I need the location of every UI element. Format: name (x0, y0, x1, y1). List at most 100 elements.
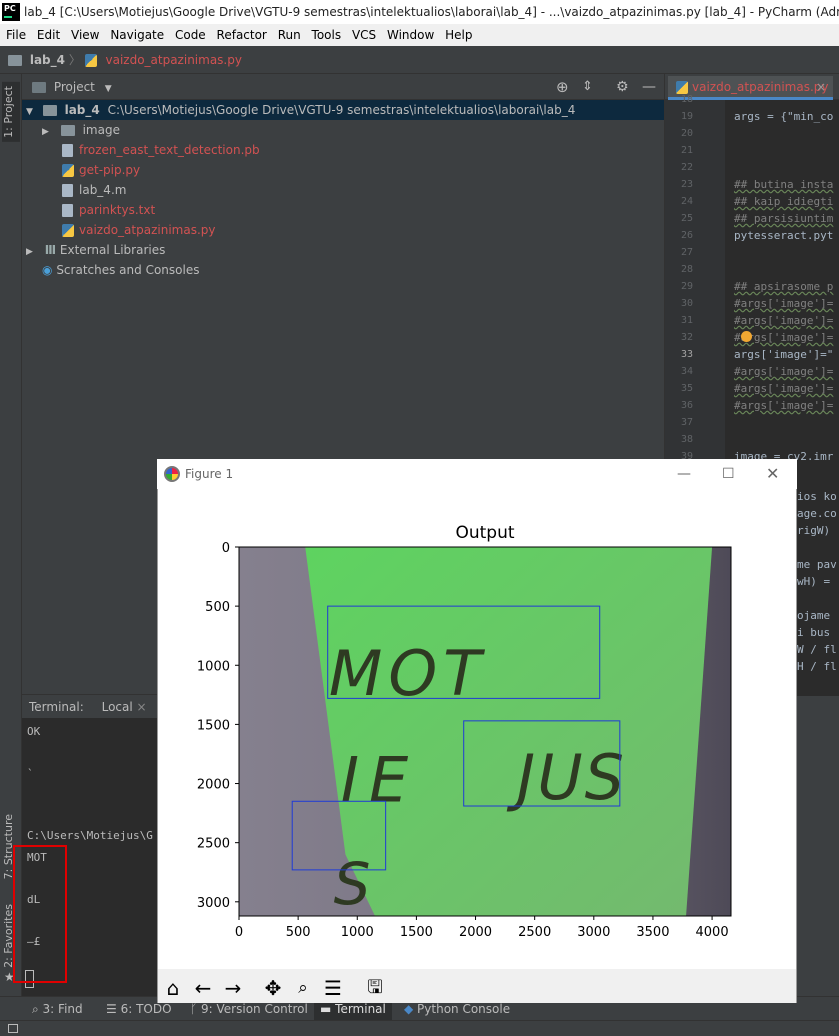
menu-code[interactable]: Code (175, 28, 206, 42)
menu-tools[interactable]: Tools (312, 28, 342, 42)
terminal-line: OK (27, 725, 41, 738)
hide-icon[interactable]: — (642, 74, 656, 100)
status-bar (0, 1020, 839, 1036)
tree-item-frozen-pb[interactable]: frozen_east_text_detection.pb (62, 140, 260, 160)
gear-icon[interactable]: ⚙ (616, 74, 629, 100)
chevron-down-icon[interactable]: ▼ (26, 107, 33, 117)
chevron-right-icon[interactable]: ▶ (42, 127, 49, 137)
list-icon: ☰ (106, 1002, 121, 1016)
menu-vcs[interactable]: VCS (352, 28, 376, 42)
y-tick-label: 0 (222, 541, 230, 556)
tree-item-external-libraries[interactable]: ▶ Ⅲ External Libraries (26, 240, 165, 260)
code-line-fragment: ios ko (797, 490, 837, 503)
code-line-fragment: i bus (797, 626, 831, 639)
chart-title: Output (455, 523, 514, 543)
menu-run[interactable]: Run (278, 28, 301, 42)
y-tick-label: 2500 (197, 837, 230, 852)
close-icon[interactable]: ✕ (766, 459, 779, 489)
configure-icon[interactable]: ☰ (320, 975, 346, 1001)
y-tick-label: 1500 (197, 718, 230, 733)
pan-icon[interactable]: ✥ (260, 975, 286, 1001)
chevron-down-icon[interactable]: ▼ (105, 84, 112, 94)
zoom-icon[interactable]: ⌕ (290, 975, 316, 1001)
x-tick-label: 2000 (459, 925, 492, 940)
matplotlib-icon (164, 466, 180, 482)
python-file-icon (84, 54, 97, 67)
tree-item-vaizdo[interactable]: vaizdo_atpazinimas.py (62, 220, 215, 240)
minimize-icon[interactable]: — (677, 459, 691, 489)
tree-item-label: get-pip.py (79, 163, 141, 177)
menu-help[interactable]: Help (445, 28, 472, 42)
line-number: 26 (680, 230, 693, 241)
locate-icon[interactable]: ⊕ (556, 74, 569, 100)
tree-root[interactable]: ▼ lab_4 C:\Users\Motiejus\Google Drive\V… (22, 100, 664, 120)
handwritten-text: S (334, 850, 371, 918)
tab-find[interactable]: ⌕ 3: Find (32, 997, 83, 1021)
tab-project[interactable]: 1: Project (2, 82, 20, 142)
code-line: args = {"min_co (734, 110, 834, 123)
branch-icon: ᚴ (190, 1002, 202, 1016)
menu-navigate[interactable]: Navigate (110, 28, 164, 42)
terminal-tab-local[interactable]: Local (102, 700, 133, 714)
tree-item-get-pip[interactable]: get-pip.py (62, 160, 140, 180)
x-tick-label: 4000 (696, 925, 729, 940)
tree-item-lab4-m[interactable]: lab_4.m (62, 180, 126, 200)
menu-view[interactable]: View (71, 28, 99, 42)
menu-edit[interactable]: Edit (37, 28, 60, 42)
line-number: 38 (680, 434, 693, 445)
x-tick-label: 2500 (518, 925, 551, 940)
tree-item-scratches[interactable]: ◉ Scratches and Consoles (42, 260, 199, 280)
tree-item-parinktys[interactable]: parinktys.txt (62, 200, 155, 220)
x-tick-label: 3500 (636, 925, 669, 940)
file-icon (62, 144, 73, 157)
y-tick-label: 3000 (197, 896, 230, 911)
breadcrumb-file[interactable]: vaizdo_atpazinimas.py (105, 53, 241, 67)
menu-file[interactable]: File (6, 28, 26, 42)
menu-refactor[interactable]: Refactor (217, 28, 267, 42)
tree-root-name: lab_4 (64, 103, 100, 117)
line-number: 32 (680, 332, 693, 343)
code-line: pytesseract.pyt (734, 229, 834, 242)
terminal-line: C:\Users\Motiejus\G (27, 829, 153, 842)
tree-item-label: image (82, 123, 120, 137)
chevron-right-icon[interactable]: ▶ (26, 247, 33, 257)
tree-root-path: C:\Users\Motiejus\Google Drive\VGTU-9 se… (107, 103, 576, 117)
scratches-icon: ◉ (42, 263, 53, 277)
collapse-icon[interactable]: ⇕ (582, 74, 593, 100)
maximize-icon[interactable]: ☐ (722, 459, 735, 489)
code-line-fragment: ojame (797, 609, 831, 622)
tree-item-label: lab_4.m (79, 183, 127, 197)
y-tick-label: 500 (205, 600, 230, 615)
back-icon[interactable]: ← (190, 975, 216, 1001)
menu-window[interactable]: Window (387, 28, 434, 42)
file-icon (62, 184, 73, 197)
code-line-fragment: H / fl (797, 660, 837, 673)
line-number: 27 (680, 247, 693, 258)
x-tick-label: 500 (286, 925, 311, 940)
plot-canvas: Output MOT IE JUS S 0 500 1000 1500 2000 2500 3000 3… (197, 523, 732, 940)
line-number: 28 (680, 264, 693, 275)
line-number: 36 (680, 400, 693, 411)
folder-icon (8, 55, 22, 66)
home-icon[interactable]: ⌂ (160, 975, 186, 1001)
python-file-icon (62, 164, 74, 177)
tab-label: 3: Find (42, 1002, 83, 1016)
menu-bar: File Edit View Navigate Code Refactor Ru… (0, 24, 839, 46)
x-tick-label: 3000 (577, 925, 610, 940)
tree-item-label: frozen_east_text_detection.pb (79, 143, 260, 157)
code-line: #args['image']= (734, 399, 834, 412)
breadcrumb-project[interactable]: lab_4 (30, 53, 65, 67)
window-toggle-icon[interactable] (8, 1024, 18, 1033)
save-icon[interactable]: 🖫 (362, 975, 388, 1001)
code-line-fragment: W / fl (797, 643, 837, 656)
close-icon[interactable]: × (137, 700, 147, 714)
navigation-bar: lab_4 〉 vaizdo_atpazinimas.py (0, 46, 839, 74)
lightbulb-icon[interactable] (741, 331, 752, 342)
line-number: 18 (680, 94, 693, 105)
close-icon[interactable]: × (816, 76, 826, 98)
tab-label: 9: Version Control (201, 1002, 308, 1016)
project-panel-title[interactable]: Project (54, 80, 95, 94)
figure-toolbar: ⌂ ← → ✥ ⌕ ☰ 🖫 (158, 969, 796, 1003)
tree-item-image[interactable]: ▶ image (42, 120, 120, 140)
forward-icon[interactable]: → (220, 975, 246, 1001)
